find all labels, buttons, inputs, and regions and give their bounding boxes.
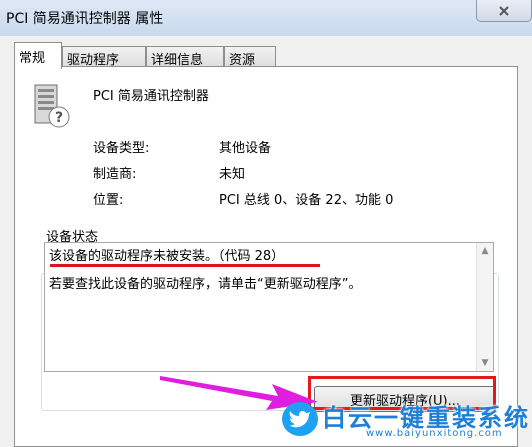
svg-text:?: ? [55,110,63,126]
status-line-2: 若要查找此设备的驱动程序，请单击“更新驱动程序”。 [49,277,362,292]
bird-icon [282,402,318,436]
scroll-up-arrow-icon[interactable]: ▲ [477,243,493,259]
unknown-device-icon: ? [34,84,70,128]
window-title: PCI 简易通讯控制器 属性 [6,11,164,27]
status-scrollbar[interactable]: ▲ ▼ [476,243,493,371]
tab-resources[interactable]: 资源 [224,46,276,68]
close-button[interactable] [476,0,532,22]
watermark-url: www.baiyunxitong.com [366,428,503,439]
scroll-down-arrow-icon[interactable]: ▼ [477,355,493,371]
title-bar: PCI 简易通讯控制器 属性 [0,0,532,36]
red-underline-annotation [50,264,320,267]
device-name: PCI 简易通讯控制器 [93,89,209,104]
tab-label: 常规 [19,51,46,66]
manufacturer-label: 制造商: [93,167,137,182]
close-icon [499,5,509,16]
location-value: PCI 总线 0、设备 22、功能 0 [219,193,394,208]
tab-details[interactable]: 详细信息 [146,46,224,68]
tab-general[interactable]: 常规 [14,42,62,69]
tab-driver[interactable]: 驱动程序 [62,46,146,68]
device-status-textbox[interactable]: 该设备的驱动程序未被安装。（代码 28） 若要查找此设备的驱动程序，请单击“更新… [44,242,494,372]
watermark: 白云一键重装系统 www.baiyunxitong.com [280,398,532,447]
status-line-1: 该设备的驱动程序未被安装。（代码 28） [49,249,285,264]
manufacturer-value: 未知 [219,167,246,182]
location-label: 位置: [93,193,124,208]
device-type-value: 其他设备 [219,141,272,156]
device-type-label: 设备类型: [93,141,150,156]
